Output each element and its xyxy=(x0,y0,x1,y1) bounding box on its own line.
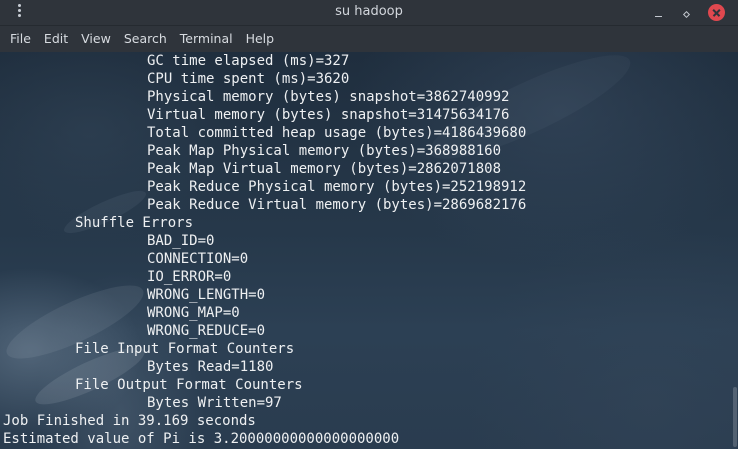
menu-help[interactable]: Help xyxy=(240,27,281,51)
terminal-line: Total committed heap usage (bytes)=41864… xyxy=(147,125,527,141)
terminal-line: WRONG_REDUCE=0 xyxy=(147,323,266,339)
menu-file[interactable]: File xyxy=(4,27,37,51)
window-title: su hadoop xyxy=(335,4,403,19)
terminal-line: Bytes Read=1180 xyxy=(147,359,274,375)
title-bar[interactable]: su hadoop xyxy=(0,0,738,26)
terminal-output-area[interactable]: GC time elapsed (ms)=327 CPU time spent (… xyxy=(0,52,738,449)
terminal-line: WRONG_LENGTH=0 xyxy=(147,287,266,303)
terminal-line: Peak Reduce Virtual memory (bytes)=28696… xyxy=(147,197,527,213)
terminal-line: GC time elapsed (ms)=327 xyxy=(147,53,350,69)
scrollbar[interactable] xyxy=(730,52,738,449)
menu-terminal[interactable]: Terminal xyxy=(174,27,239,51)
terminal-window: su hadoop File Edit View Search Terminal… xyxy=(0,0,738,449)
terminal-line: Bytes Written=97 xyxy=(147,395,282,411)
terminal-line: CPU time spent (ms)=3620 xyxy=(147,71,350,87)
terminal-line: Peak Map Physical memory (bytes)=3689881… xyxy=(147,143,502,159)
terminal-line: Physical memory (bytes) snapshot=3862740… xyxy=(147,89,510,105)
menu-edit[interactable]: Edit xyxy=(38,27,74,51)
terminal-line: Virtual memory (bytes) snapshot=31475634… xyxy=(147,107,510,123)
terminal-line: Peak Reduce Physical memory (bytes)=2521… xyxy=(147,179,527,195)
terminal-line: BAD_ID=0 xyxy=(147,233,215,249)
terminal-line: Shuffle Errors xyxy=(75,215,194,231)
terminal-line: Job Finished in 39.169 seconds xyxy=(3,413,256,429)
menu-search[interactable]: Search xyxy=(118,27,173,51)
close-icon[interactable] xyxy=(708,4,725,21)
terminal-line: File Input Format Counters xyxy=(75,341,295,357)
minimize-icon[interactable] xyxy=(651,5,667,21)
terminal-line: Estimated value of Pi is 3.2000000000000… xyxy=(3,431,400,447)
terminal-line: CONNECTION=0 xyxy=(147,251,249,267)
terminal-line: Peak Map Virtual memory (bytes)=28620718… xyxy=(147,161,502,177)
terminal-line: WRONG_MAP=0 xyxy=(147,305,240,321)
scrollbar-thumb[interactable] xyxy=(733,387,737,447)
menu-bar: File Edit View Search Terminal Help xyxy=(0,26,738,52)
menu-view[interactable]: View xyxy=(75,27,117,51)
terminal-line: IO_ERROR=0 xyxy=(147,269,232,285)
terminal-text: GC time elapsed (ms)=327 CPU time spent (… xyxy=(3,52,526,448)
terminal-line: File Output Format Counters xyxy=(75,377,303,393)
maximize-icon[interactable] xyxy=(679,5,695,21)
